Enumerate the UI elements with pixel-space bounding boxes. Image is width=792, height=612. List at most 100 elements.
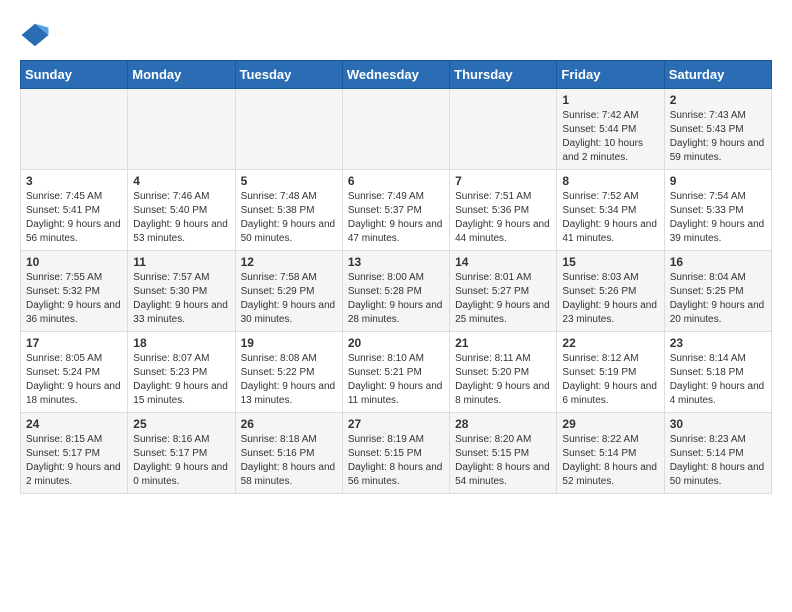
day-number: 27 [348, 417, 444, 431]
day-number: 23 [670, 336, 766, 350]
calendar-cell [235, 89, 342, 170]
calendar-cell: 22 Sunrise: 8:12 AM Sunset: 5:19 PM Dayli… [557, 332, 664, 413]
day-info: Sunrise: 8:15 AM Sunset: 5:17 PM Dayligh… [26, 433, 122, 489]
calendar-cell: 21 Sunrise: 8:11 AM Sunset: 5:20 PM Dayli… [450, 332, 557, 413]
page-header [20, 20, 772, 50]
weekday-header-row: SundayMondayTuesdayWednesdayThursdayFrid… [21, 61, 772, 89]
day-number: 29 [562, 417, 658, 431]
day-info: Sunrise: 8:01 AM Sunset: 5:27 PM Dayligh… [455, 271, 551, 327]
calendar-cell: 27 Sunrise: 8:19 AM Sunset: 5:15 PM Dayli… [342, 413, 449, 494]
day-number: 8 [562, 174, 658, 188]
calendar-cell: 17Sunrise: 8:05 AM Sunset: 5:24 PM Dayli… [21, 332, 128, 413]
day-info: Sunrise: 8:00 AM Sunset: 5:28 PM Dayligh… [348, 271, 444, 327]
calendar-cell: 7Sunrise: 7:51 AM Sunset: 5:36 PM Daylig… [450, 170, 557, 251]
day-info: Sunrise: 8:22 AM Sunset: 5:14 PM Dayligh… [562, 433, 658, 489]
day-number: 21 [455, 336, 551, 350]
day-info: Sunrise: 8:18 AM Sunset: 5:16 PM Dayligh… [241, 433, 337, 489]
day-info: Sunrise: 8:10 AM Sunset: 5:21 PM Dayligh… [348, 352, 444, 408]
calendar-cell: 10 Sunrise: 7:55 AM Sunset: 5:32 PM Dayli… [21, 251, 128, 332]
calendar-cell: 1 Sunrise: 7:42 AM Sunset: 5:44 PM Daylig… [557, 89, 664, 170]
calendar-cell: 29 Sunrise: 8:22 AM Sunset: 5:14 PM Dayli… [557, 413, 664, 494]
calendar-cell: 15 Sunrise: 8:03 AM Sunset: 5:26 PM Dayli… [557, 251, 664, 332]
logo-icon [20, 20, 50, 50]
calendar-cell: 13 Sunrise: 8:00 AM Sunset: 5:28 PM Dayli… [342, 251, 449, 332]
calendar-cell: 24Sunrise: 8:15 AM Sunset: 5:17 PM Dayli… [21, 413, 128, 494]
day-info: Sunrise: 8:11 AM Sunset: 5:20 PM Dayligh… [455, 352, 551, 408]
day-number: 19 [241, 336, 337, 350]
calendar-cell: 25 Sunrise: 8:16 AM Sunset: 5:17 PM Dayli… [128, 413, 235, 494]
day-info: Sunrise: 8:19 AM Sunset: 5:15 PM Dayligh… [348, 433, 444, 489]
day-number: 4 [133, 174, 229, 188]
day-number: 7 [455, 174, 551, 188]
logo [20, 20, 54, 50]
day-info: Sunrise: 8:23 AM Sunset: 5:14 PM Dayligh… [670, 433, 766, 489]
day-info: Sunrise: 7:42 AM Sunset: 5:44 PM Dayligh… [562, 109, 658, 165]
day-number: 10 [26, 255, 122, 269]
day-number: 2 [670, 93, 766, 107]
calendar-table: SundayMondayTuesdayWednesdayThursdayFrid… [20, 60, 772, 494]
day-number: 3 [26, 174, 122, 188]
calendar-cell: 23 Sunrise: 8:14 AM Sunset: 5:18 PM Dayli… [664, 332, 771, 413]
day-info: Sunrise: 8:04 AM Sunset: 5:25 PM Dayligh… [670, 271, 766, 327]
calendar-cell: 14 Sunrise: 8:01 AM Sunset: 5:27 PM Dayli… [450, 251, 557, 332]
calendar-week-4: 17Sunrise: 8:05 AM Sunset: 5:24 PM Dayli… [21, 332, 772, 413]
day-info: Sunrise: 8:07 AM Sunset: 5:23 PM Dayligh… [133, 352, 229, 408]
day-info: Sunrise: 7:49 AM Sunset: 5:37 PM Dayligh… [348, 190, 444, 246]
day-info: Sunrise: 7:54 AM Sunset: 5:33 PM Dayligh… [670, 190, 766, 246]
calendar-cell: 20 Sunrise: 8:10 AM Sunset: 5:21 PM Dayli… [342, 332, 449, 413]
calendar-cell: 11 Sunrise: 7:57 AM Sunset: 5:30 PM Dayli… [128, 251, 235, 332]
day-number: 13 [348, 255, 444, 269]
weekday-header-monday: Monday [128, 61, 235, 89]
day-info: Sunrise: 7:57 AM Sunset: 5:30 PM Dayligh… [133, 271, 229, 327]
day-number: 1 [562, 93, 658, 107]
weekday-header-thursday: Thursday [450, 61, 557, 89]
weekday-header-friday: Friday [557, 61, 664, 89]
weekday-header-saturday: Saturday [664, 61, 771, 89]
weekday-header-sunday: Sunday [21, 61, 128, 89]
calendar-cell: 30 Sunrise: 8:23 AM Sunset: 5:14 PM Dayli… [664, 413, 771, 494]
day-number: 25 [133, 417, 229, 431]
day-number: 14 [455, 255, 551, 269]
day-info: Sunrise: 8:20 AM Sunset: 5:15 PM Dayligh… [455, 433, 551, 489]
day-info: Sunrise: 8:16 AM Sunset: 5:17 PM Dayligh… [133, 433, 229, 489]
day-number: 12 [241, 255, 337, 269]
day-number: 15 [562, 255, 658, 269]
day-info: Sunrise: 7:43 AM Sunset: 5:43 PM Dayligh… [670, 109, 766, 165]
weekday-header-tuesday: Tuesday [235, 61, 342, 89]
calendar-week-2: 3 Sunrise: 7:45 AM Sunset: 5:41 PM Daylig… [21, 170, 772, 251]
calendar-cell: 4Sunrise: 7:46 AM Sunset: 5:40 PM Daylig… [128, 170, 235, 251]
day-info: Sunrise: 7:52 AM Sunset: 5:34 PM Dayligh… [562, 190, 658, 246]
day-number: 16 [670, 255, 766, 269]
day-info: Sunrise: 7:48 AM Sunset: 5:38 PM Dayligh… [241, 190, 337, 246]
day-number: 5 [241, 174, 337, 188]
day-number: 22 [562, 336, 658, 350]
day-number: 18 [133, 336, 229, 350]
day-info: Sunrise: 8:08 AM Sunset: 5:22 PM Dayligh… [241, 352, 337, 408]
day-info: Sunrise: 7:45 AM Sunset: 5:41 PM Dayligh… [26, 190, 122, 246]
calendar-cell: 16 Sunrise: 8:04 AM Sunset: 5:25 PM Dayli… [664, 251, 771, 332]
day-number: 17 [26, 336, 122, 350]
calendar-cell: 18 Sunrise: 8:07 AM Sunset: 5:23 PM Dayli… [128, 332, 235, 413]
calendar-cell: 8 Sunrise: 7:52 AM Sunset: 5:34 PM Daylig… [557, 170, 664, 251]
calendar-body: 1 Sunrise: 7:42 AM Sunset: 5:44 PM Daylig… [21, 89, 772, 494]
calendar-cell: 12 Sunrise: 7:58 AM Sunset: 5:29 PM Dayli… [235, 251, 342, 332]
calendar-week-5: 24Sunrise: 8:15 AM Sunset: 5:17 PM Dayli… [21, 413, 772, 494]
calendar-cell: 19 Sunrise: 8:08 AM Sunset: 5:22 PM Dayli… [235, 332, 342, 413]
day-info: Sunrise: 8:03 AM Sunset: 5:26 PM Dayligh… [562, 271, 658, 327]
day-info: Sunrise: 8:14 AM Sunset: 5:18 PM Dayligh… [670, 352, 766, 408]
calendar-cell: 5 Sunrise: 7:48 AM Sunset: 5:38 PM Daylig… [235, 170, 342, 251]
day-number: 26 [241, 417, 337, 431]
calendar-week-3: 10 Sunrise: 7:55 AM Sunset: 5:32 PM Dayli… [21, 251, 772, 332]
day-number: 20 [348, 336, 444, 350]
day-number: 9 [670, 174, 766, 188]
day-info: Sunrise: 8:12 AM Sunset: 5:19 PM Dayligh… [562, 352, 658, 408]
calendar-cell [342, 89, 449, 170]
calendar-cell [21, 89, 128, 170]
day-number: 28 [455, 417, 551, 431]
day-info: Sunrise: 7:58 AM Sunset: 5:29 PM Dayligh… [241, 271, 337, 327]
day-number: 11 [133, 255, 229, 269]
calendar-cell: 26 Sunrise: 8:18 AM Sunset: 5:16 PM Dayli… [235, 413, 342, 494]
calendar-cell: 9 Sunrise: 7:54 AM Sunset: 5:33 PM Daylig… [664, 170, 771, 251]
day-number: 30 [670, 417, 766, 431]
day-info: Sunrise: 7:55 AM Sunset: 5:32 PM Dayligh… [26, 271, 122, 327]
